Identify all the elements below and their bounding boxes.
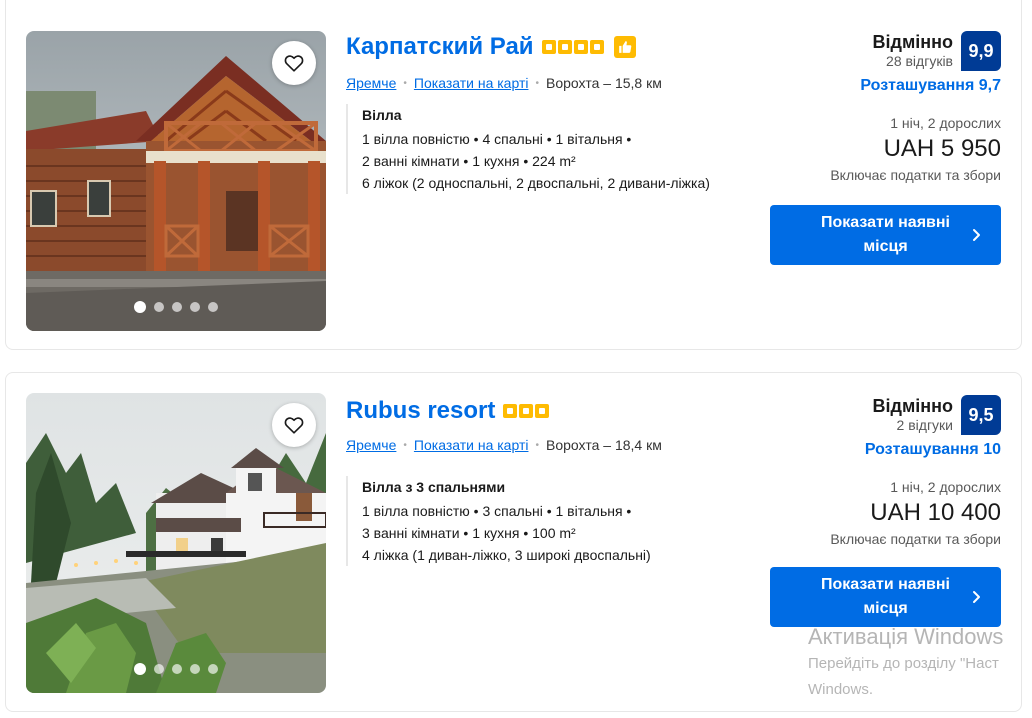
score-badge: 9,9 [961,31,1001,71]
carousel-dot[interactable] [172,664,182,674]
room-info: Вілла з 3 спальнями 1 вілла повністю • 3… [346,476,766,566]
room-name: Вілла [362,107,402,123]
title-row: Rubus resort [346,397,550,425]
price: UAH 5 950 [883,135,1001,162]
separator-dot: • [403,439,407,451]
star-icon [503,404,518,418]
taxes-note: Включає податки та збори [830,167,1001,183]
separator-dot: • [535,439,539,451]
room-detail-line: 1 вілла повністю • 4 спальні • 1 вітальн… [362,131,632,147]
location-row: Яремче • Показати на карті • Ворохта – 1… [346,437,662,453]
nights-guests: 1 ніч, 2 дорослих [890,115,1001,131]
thumbs-up-glyph [618,41,631,53]
show-availability-button[interactable]: Показати наявні місця [770,567,1001,627]
favorite-button[interactable] [272,41,316,85]
separator-dot: • [403,77,407,89]
heart-outline-icon [284,55,304,72]
carousel-dot[interactable] [154,302,164,312]
score-badge: 9,5 [961,395,1001,435]
nights-guests: 1 ніч, 2 дорослих [890,479,1001,495]
favorite-button[interactable] [272,403,316,447]
carousel-dot[interactable] [208,664,218,674]
review-score[interactable]: Відмінно 2 відгуки 9,5 [761,395,1001,435]
room-detail-line: 3 ванні кімнати • 1 кухня • 100 m² [362,525,576,541]
carousel-dot[interactable] [190,302,200,312]
room-detail-line: 4 ліжка (1 диван-ліжко, 3 широкі двоспал… [362,547,651,563]
button-label: Показати наявні місця [821,214,950,255]
distance-text: Ворохта – 15,8 км [545,75,662,91]
heart-outline-icon [284,417,304,434]
carousel-dot[interactable] [154,664,164,674]
price-panel: Відмінно 2 відгуки 9,5 Розташування 10 1… [761,395,1001,547]
price: UAH 10 400 [870,499,1001,526]
title-row: Карпатский Рай [346,33,636,61]
reviews-count: 28 відгуків [886,53,953,69]
show-on-map-link[interactable]: Показати на карті [414,437,529,453]
property-photo[interactable] [26,31,326,331]
rating-word: Відмінно [872,396,953,416]
room-info: Вілла 1 вілла повністю • 4 спальні • 1 в… [346,104,766,194]
button-label: Показати наявні місця [821,576,950,617]
room-name: Вілла з 3 спальнями [362,479,506,495]
location-score: Розташування 9,7 [860,77,1001,94]
photo-carousel-dots [26,663,326,675]
property-name-link[interactable]: Карпатский Рай [346,33,534,61]
room-detail-line: 2 ванні кімнати • 1 кухня • 224 m² [362,153,576,169]
carousel-dot[interactable] [134,301,146,313]
star-icon [535,404,550,418]
show-availability-button[interactable]: Показати наявні місця [770,205,1001,265]
reviews-count: 2 відгуки [896,417,953,433]
town-link[interactable]: Яремче [346,437,396,453]
room-detail-line: 1 вілла повністю • 3 спальні • 1 вітальн… [362,503,632,519]
location-row: Яремче • Показати на карті • Ворохта – 1… [346,75,662,91]
review-score[interactable]: Відмінно 28 відгуків 9,9 [761,31,1001,71]
star-rating [541,40,604,54]
photo-carousel-dots [26,301,326,313]
chevron-right-icon [973,591,980,603]
carousel-dot[interactable] [134,663,146,675]
star-icon [557,40,572,54]
thumbs-up-icon[interactable] [613,36,636,58]
property-card: Карпатский Рай Яремче • Показати на карт… [5,0,1022,350]
carousel-dot[interactable] [208,302,218,312]
taxes-note: Включає податки та збори [830,531,1001,547]
rating-word: Відмінно [872,32,953,52]
show-on-map-link[interactable]: Показати на карті [414,75,529,91]
separator-dot: • [535,77,539,89]
price-panel: Відмінно 28 відгуків 9,9 Розташування 9,… [761,31,1001,183]
star-icon [519,404,534,418]
location-score: Розташування 10 [864,441,1001,458]
star-icon [573,40,588,54]
town-link[interactable]: Яремче [346,75,396,91]
property-photo[interactable] [26,393,326,693]
chevron-right-icon [973,229,980,241]
star-rating [503,404,550,418]
property-card: Rubus resort Яремче • Показати на карті … [5,372,1022,712]
room-detail-line: 6 ліжок (2 односпальні, 2 двоспальні, 2 … [362,175,710,191]
carousel-dot[interactable] [190,664,200,674]
star-icon [541,40,556,54]
carousel-dot[interactable] [172,302,182,312]
property-name-link[interactable]: Rubus resort [346,397,495,425]
star-icon [589,40,604,54]
distance-text: Ворохта – 18,4 км [545,437,662,453]
